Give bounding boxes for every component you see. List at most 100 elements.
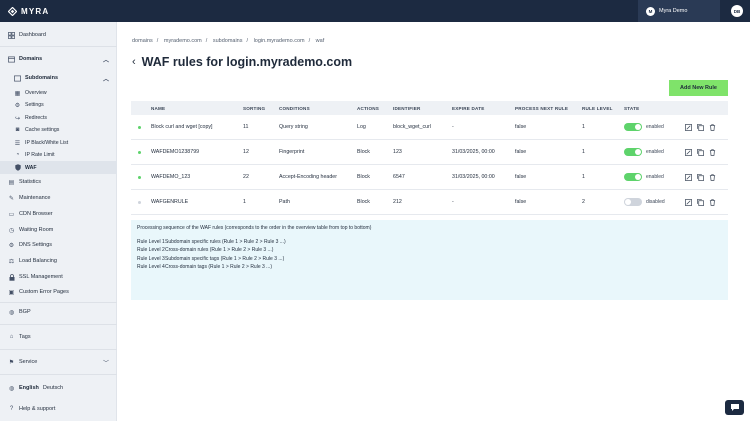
cell-identifier: 212 — [393, 199, 402, 205]
cell-name: WAFDEMO_123 — [151, 174, 191, 180]
sidebar-item-help[interactable]: ? Help & support — [0, 404, 117, 414]
sidebar-item-waiting-room[interactable]: ◷ Waiting Room — [0, 225, 117, 235]
sidebar-item-service[interactable]: ⚑ Service ﹀ — [0, 357, 117, 367]
sidebar-label: Load Balancing — [19, 258, 57, 264]
breadcrumb-subdomain[interactable]: login.myrademo.com — [254, 38, 305, 44]
row-actions — [684, 140, 720, 164]
sidebar-label: Waiting Room — [19, 227, 54, 233]
sidebar-item-ip-rate-limit[interactable]: ◔ IP Rate Limit — [0, 150, 117, 160]
cell-rule-level: 1 — [582, 174, 585, 180]
sidebar-label: Redirects — [25, 115, 47, 121]
col-expire-date[interactable]: EXPIRE DATE — [452, 101, 485, 115]
sidebar-item-maintenance[interactable]: ✎ Maintenance — [0, 193, 117, 203]
state-toggle[interactable] — [624, 198, 642, 206]
sidebar-item-dashboard[interactable]: Dashboard — [0, 30, 117, 40]
sidebar-label: IP Rate Limit — [25, 152, 55, 158]
brand-logo[interactable]: MYRA — [8, 6, 50, 16]
sidebar-item-dns-settings[interactable]: ⚙ DNS Settings — [0, 240, 117, 250]
col-rule-level[interactable]: RULE LEVEL — [582, 101, 613, 115]
sidebar-item-load-balancing[interactable]: ⚖ Load Balancing — [0, 256, 117, 266]
cell-process-next-rule: false — [515, 149, 527, 155]
trash-icon[interactable] — [708, 148, 716, 156]
divider — [0, 374, 117, 375]
copy-icon[interactable] — [696, 148, 704, 156]
sidebar-item-subdomains[interactable]: Subdomains ︿ — [0, 73, 117, 83]
copy-icon[interactable] — [696, 198, 704, 206]
sidebar-item-waf[interactable]: WAF — [0, 161, 117, 174]
chevron-up-icon[interactable]: ︿ — [103, 55, 109, 64]
trash-icon[interactable] — [708, 173, 716, 181]
sidebar-item-tags[interactable]: ⌂ Tags — [0, 332, 117, 342]
trash-icon[interactable] — [708, 123, 716, 131]
col-sorting[interactable]: SORTING — [243, 101, 265, 115]
sidebar-label: Custom Error Pages — [19, 289, 69, 295]
copy-icon[interactable] — [696, 123, 704, 131]
sidebar-label: Domains — [19, 56, 43, 62]
back-arrow-icon[interactable]: ‹ — [132, 56, 136, 68]
level-key: Rule Level 4 — [137, 264, 165, 271]
breadcrumb-subdomains[interactable]: subdomains — [213, 38, 243, 44]
cell-identifier: block_wget_curl — [393, 124, 431, 130]
wrench-icon: ✎ — [8, 195, 15, 202]
table-row[interactable]: Block curl and wget [copy] 11 Query string… — [131, 115, 728, 140]
sidebar-label: Help & support — [19, 406, 56, 412]
brand-name: MYRA — [21, 6, 50, 16]
sidebar-item-overview[interactable]: ▦ Overview — [0, 88, 117, 98]
divider — [0, 324, 117, 325]
state-label: disabled — [646, 199, 665, 205]
account-badge[interactable]: DB — [731, 5, 743, 17]
title-row: ‹ WAF rules for login.myrademo.com — [132, 55, 352, 69]
sidebar-item-ssl-management[interactable]: SSL Management — [0, 272, 117, 282]
cell-state: enabled — [624, 140, 664, 164]
sidebar-item-bgp[interactable]: ◍ BGP — [0, 307, 117, 317]
chevron-up-icon[interactable]: ︿ — [103, 74, 109, 83]
user-avatar: M — [646, 6, 655, 16]
user-menu[interactable]: M Myra Demo — [638, 0, 720, 22]
sidebar-item-domains[interactable]: Domains ︿ — [0, 54, 117, 64]
chevron-down-icon[interactable]: ﹀ — [103, 358, 109, 367]
table-header: NAME SORTING CONDITIONS ACTIONS IDENTIFI… — [131, 101, 728, 115]
edit-icon[interactable] — [684, 173, 692, 181]
language-deutsch[interactable]: Deutsch — [43, 385, 63, 391]
status-dot-icon — [138, 140, 146, 164]
add-new-rule-button[interactable]: Add New Rule — [669, 80, 728, 96]
cell-identifier: 6547 — [393, 174, 405, 180]
sidebar-item-redirects[interactable]: ↪ Redirects — [0, 113, 117, 123]
sidebar-item-ip-black-white-list[interactable]: ☰ IP Black/White List — [0, 138, 117, 148]
sidebar-label: IP Black/White List — [25, 140, 69, 146]
sidebar-item-cdn-browser[interactable]: ▭ CDN Browser — [0, 209, 117, 219]
breadcrumb-domain[interactable]: myrademo.com — [164, 38, 202, 44]
state-toggle[interactable] — [624, 148, 642, 156]
table-row[interactable]: WAFGENRULE 1 Path Block 212 - false 2 disabled — [131, 190, 728, 215]
table-body: Block curl and wget [copy] 11 Query string… — [131, 115, 728, 215]
chat-button[interactable] — [725, 400, 744, 415]
col-process-next-rule[interactable]: PROCESS NEXT RULE — [515, 101, 568, 115]
sidebar-item-cache-settings[interactable]: ◙ Cache settings — [0, 125, 117, 135]
col-actions[interactable]: ACTIONS — [357, 101, 379, 115]
col-name[interactable]: NAME — [151, 101, 165, 115]
sidebar-item-statistics[interactable]: ▤ Statistics — [0, 177, 117, 187]
language-english[interactable]: English — [19, 385, 39, 391]
trash-icon[interactable] — [708, 198, 716, 206]
sidebar-label: SSL Management — [19, 274, 63, 280]
col-conditions[interactable]: CONDITIONS — [279, 101, 310, 115]
edit-icon[interactable] — [684, 148, 692, 156]
col-identifier[interactable]: IDENTIFIER — [393, 101, 421, 115]
waf-rules-table: NAME SORTING CONDITIONS ACTIONS IDENTIFI… — [131, 101, 728, 215]
edit-icon[interactable] — [684, 123, 692, 131]
sidebar-item-settings[interactable]: ⚙ Settings — [0, 100, 117, 110]
clock-icon: ◷ — [8, 227, 15, 234]
state-toggle[interactable] — [624, 173, 642, 181]
table-row[interactable]: WAFDEMO_123 22 Accept-Encoding header Block… — [131, 165, 728, 190]
col-state[interactable]: STATE — [624, 101, 639, 115]
cell-conditions: Fingerprint — [279, 149, 305, 155]
breadcrumb-domains[interactable]: domains — [132, 38, 153, 44]
edit-icon[interactable] — [684, 198, 692, 206]
state-toggle[interactable] — [624, 123, 642, 131]
cell-sorting: 1 — [243, 199, 246, 205]
globe-icon: ◍ — [8, 385, 15, 392]
language-switcher[interactable]: ◍ English Deutsch — [0, 383, 117, 393]
sidebar-item-custom-error-pages[interactable]: ▣ Custom Error Pages — [0, 287, 117, 297]
table-row[interactable]: WAFDEMO1238799 12 Fingerprint Block 123 31/03… — [131, 140, 728, 165]
copy-icon[interactable] — [696, 173, 704, 181]
